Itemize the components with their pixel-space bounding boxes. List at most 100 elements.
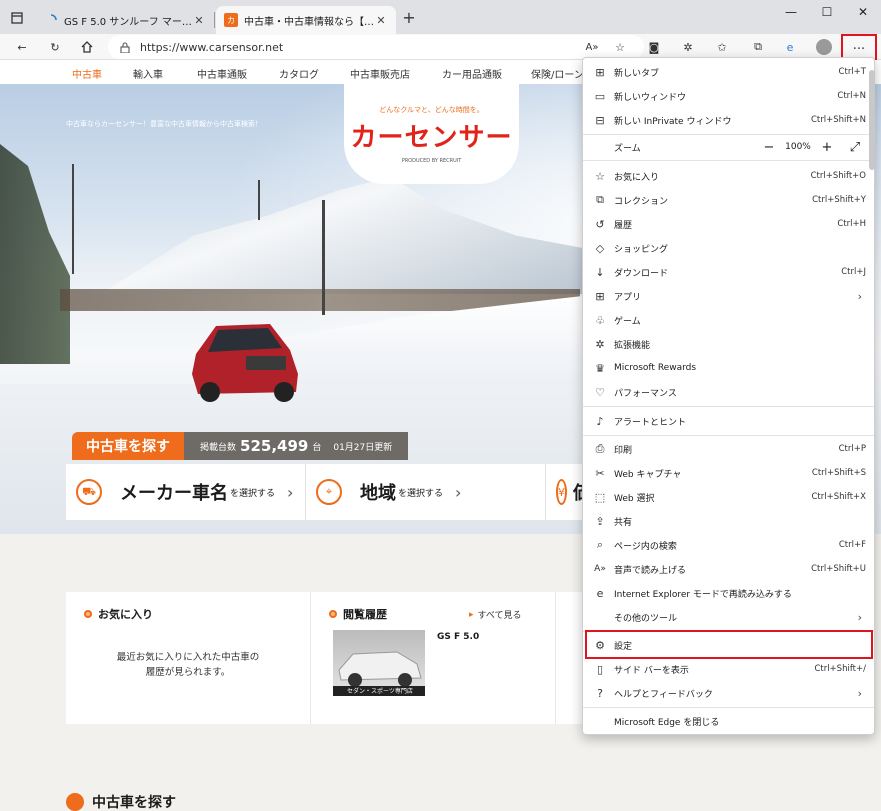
trees-graphic xyxy=(0,144,70,364)
address-bar[interactable]: https://www.carsensor.net xyxy=(108,35,644,59)
car-image xyxy=(192,324,298,402)
menu-label: アラートとヒント xyxy=(614,417,687,428)
menu-web-capture[interactable]: ✂ Web キャプチャ Ctrl+Shift+S xyxy=(583,461,874,485)
menu-print[interactable]: ⎙ 印刷 Ctrl+P xyxy=(583,437,874,461)
menu-share[interactable]: ⇪ 共有 xyxy=(583,509,874,533)
tab-actions-button[interactable] xyxy=(4,7,30,29)
close-window-button[interactable]: ✕ xyxy=(845,5,881,27)
menu-favorites[interactable]: ☆ お気に入り Ctrl+Shift+O xyxy=(583,164,874,188)
performance-icon: ♡ xyxy=(595,385,605,399)
search-options: ⛟ メーカー車名 を選択する › ⌖ 地域 を選択する › ¥ 価 xyxy=(66,464,591,520)
menu-scrollbar[interactable] xyxy=(869,70,875,170)
menu-history[interactable]: ↺ 履歴 Ctrl+H xyxy=(583,212,874,236)
screenshot-button[interactable]: ◙ xyxy=(642,36,666,58)
menu-alerts[interactable]: ♪ アラートとヒント xyxy=(583,409,874,433)
menu-performance[interactable]: ♡ パフォーマンス xyxy=(583,380,874,404)
history-icon: ↺ xyxy=(595,217,605,231)
menu-help[interactable]: ? ヘルプとフィードバック › xyxy=(583,681,874,705)
history-card: 閲覧履歴 ▸ すべて見る セダン・スポーツ専門店 GS F 5.0 xyxy=(311,592,556,724)
menu-label: ヘルプとフィードバック xyxy=(614,689,713,700)
fullscreen-icon[interactable]: ⤢ xyxy=(844,140,866,155)
menu-label: サイド バーを表示 xyxy=(614,665,689,676)
street-light xyxy=(322,200,325,315)
menu-label: ズーム xyxy=(614,143,641,154)
menu-read-aloud[interactable]: A» 音声で読み上げる Ctrl+Shift+U xyxy=(583,557,874,581)
menu-ie-mode[interactable]: e Internet Explorer モードで再読み込みする xyxy=(583,581,874,605)
menu-close-edge[interactable]: Microsoft Edge を閉じる xyxy=(583,709,874,733)
menu-label: 新しいウィンドウ xyxy=(614,92,687,103)
menu-label: Web 選択 xyxy=(614,493,655,504)
search-by-maker[interactable]: ⛟ メーカー車名 を選択する › xyxy=(66,464,306,520)
menu-find[interactable]: ⌕ ページ内の検索 Ctrl+F xyxy=(583,533,874,557)
zoom-out-button[interactable]: − xyxy=(758,140,780,155)
close-icon[interactable]: ✕ xyxy=(192,14,206,27)
menu-apps[interactable]: ⊞ アプリ › xyxy=(583,284,874,308)
signpost xyxy=(258,180,260,220)
see-all-link[interactable]: ▸ すべて見る xyxy=(469,608,522,622)
search-badge-label: 中古車を探す xyxy=(72,432,184,460)
nav-catalog[interactable]: カタログ xyxy=(279,66,319,81)
back-button[interactable]: ← xyxy=(10,36,34,58)
chevron-right-icon: › xyxy=(857,610,862,624)
menu-extensions[interactable]: ✲ 拡張機能 xyxy=(583,332,874,356)
menu-downloads[interactable]: ↓ ダウンロード Ctrl+J xyxy=(583,260,874,284)
menu-web-select[interactable]: ⬚ Web 選択 Ctrl+Shift+X xyxy=(583,485,874,509)
maximize-button[interactable]: ☐ xyxy=(809,5,845,27)
section-title-text: 中古車を探す xyxy=(92,795,176,811)
menu-inprivate[interactable]: ⊟ 新しい InPrivate ウィンドウ Ctrl+Shift+N xyxy=(583,108,874,132)
home-button[interactable] xyxy=(75,36,99,58)
collections-button[interactable]: ⧉ xyxy=(746,36,770,58)
extensions-button[interactable]: ✲ xyxy=(676,36,700,58)
favorites-title-text: お気に入り xyxy=(98,608,153,621)
search-by-region[interactable]: ⌖ 地域 を選択する › xyxy=(306,464,546,520)
site-logo[interactable]: どんなクルマと、どんな時間を。 カーセンサー PRODUCED BY RECRU… xyxy=(344,84,519,184)
zoom-in-button[interactable]: + xyxy=(816,140,838,155)
menu-shortcut: Ctrl+Shift+X xyxy=(811,492,866,502)
menu-separator xyxy=(583,406,874,407)
listing-label: 掲載台数 xyxy=(200,442,237,453)
menu-label: Microsoft Rewards xyxy=(614,363,697,373)
collections-icon: ⧉ xyxy=(596,193,604,206)
menu-zoom: ズーム − 100% + ⤢ xyxy=(583,136,874,158)
search-by-price[interactable]: ¥ 価 xyxy=(546,464,591,520)
nav-dealers[interactable]: 中古車販売店 xyxy=(350,66,410,81)
edge-bar-button[interactable]: e xyxy=(778,36,802,58)
tab-carsensor[interactable]: カ 中古車・中古車情報なら【カーセンサ ✕ xyxy=(216,6,396,34)
refresh-button[interactable]: ↻ xyxy=(43,36,67,58)
menu-rewards[interactable]: ♛ Microsoft Rewards xyxy=(583,356,874,380)
new-tab-button[interactable]: + xyxy=(400,10,418,28)
add-favorite-button[interactable]: ☆ xyxy=(608,36,632,58)
signpost xyxy=(72,164,74,274)
menu-label: コレクション xyxy=(614,196,669,207)
minimize-button[interactable]: — xyxy=(773,5,809,27)
menu-label: お気に入り xyxy=(614,172,660,183)
nav-imported-car[interactable]: 輸入車 xyxy=(133,66,163,81)
hero-caption: 中古車ならカーセンサー！豊富な中古車情報から中古車検索！ xyxy=(66,120,262,128)
menu-show-sidebar[interactable]: ▯ サイド バーを表示 Ctrl+Shift+/ xyxy=(583,657,874,681)
ie-mode-icon: e xyxy=(596,586,604,600)
menu-shortcut: Ctrl+J xyxy=(841,267,866,277)
history-model[interactable]: GS F 5.0 xyxy=(437,632,479,642)
menu-collections[interactable]: ⧉ コレクション Ctrl+Shift+Y xyxy=(583,188,874,212)
menu-shortcut: Ctrl+Shift+/ xyxy=(814,664,866,674)
menu-more-tools[interactable]: その他のツール › xyxy=(583,605,874,629)
nav-used-car[interactable]: 中古車 xyxy=(72,66,102,81)
close-icon[interactable]: ✕ xyxy=(374,14,388,27)
nav-online-sales[interactable]: 中古車通販 xyxy=(197,66,247,81)
menu-new-tab[interactable]: ⊞ 新しいタブ Ctrl+T xyxy=(583,60,874,84)
tab-gsf[interactable]: GS F 5.0 サンルーフ マークレビンソン T ✕ xyxy=(36,6,214,34)
menu-shopping[interactable]: ◇ ショッピング xyxy=(583,236,874,260)
history-thumbnail[interactable]: セダン・スポーツ専門店 xyxy=(333,630,425,696)
profile-button[interactable] xyxy=(812,36,836,58)
favorites-button[interactable]: ✩ xyxy=(710,36,734,58)
menu-new-window[interactable]: ▭ 新しいウィンドウ Ctrl+N xyxy=(583,84,874,108)
more-horizontal-icon: ··· xyxy=(852,41,866,57)
nav-car-goods[interactable]: カー用品通販 xyxy=(442,66,502,81)
history-title-text: 閲覧履歴 xyxy=(343,608,387,621)
star-plus-icon: ☆ xyxy=(615,40,625,54)
menu-games[interactable]: ♧ ゲーム xyxy=(583,308,874,332)
read-aloud-button[interactable]: A» xyxy=(580,36,604,58)
nav-insurance[interactable]: 保険/ローン/ xyxy=(531,66,587,81)
menu-label: Microsoft Edge を閉じる xyxy=(614,717,720,728)
